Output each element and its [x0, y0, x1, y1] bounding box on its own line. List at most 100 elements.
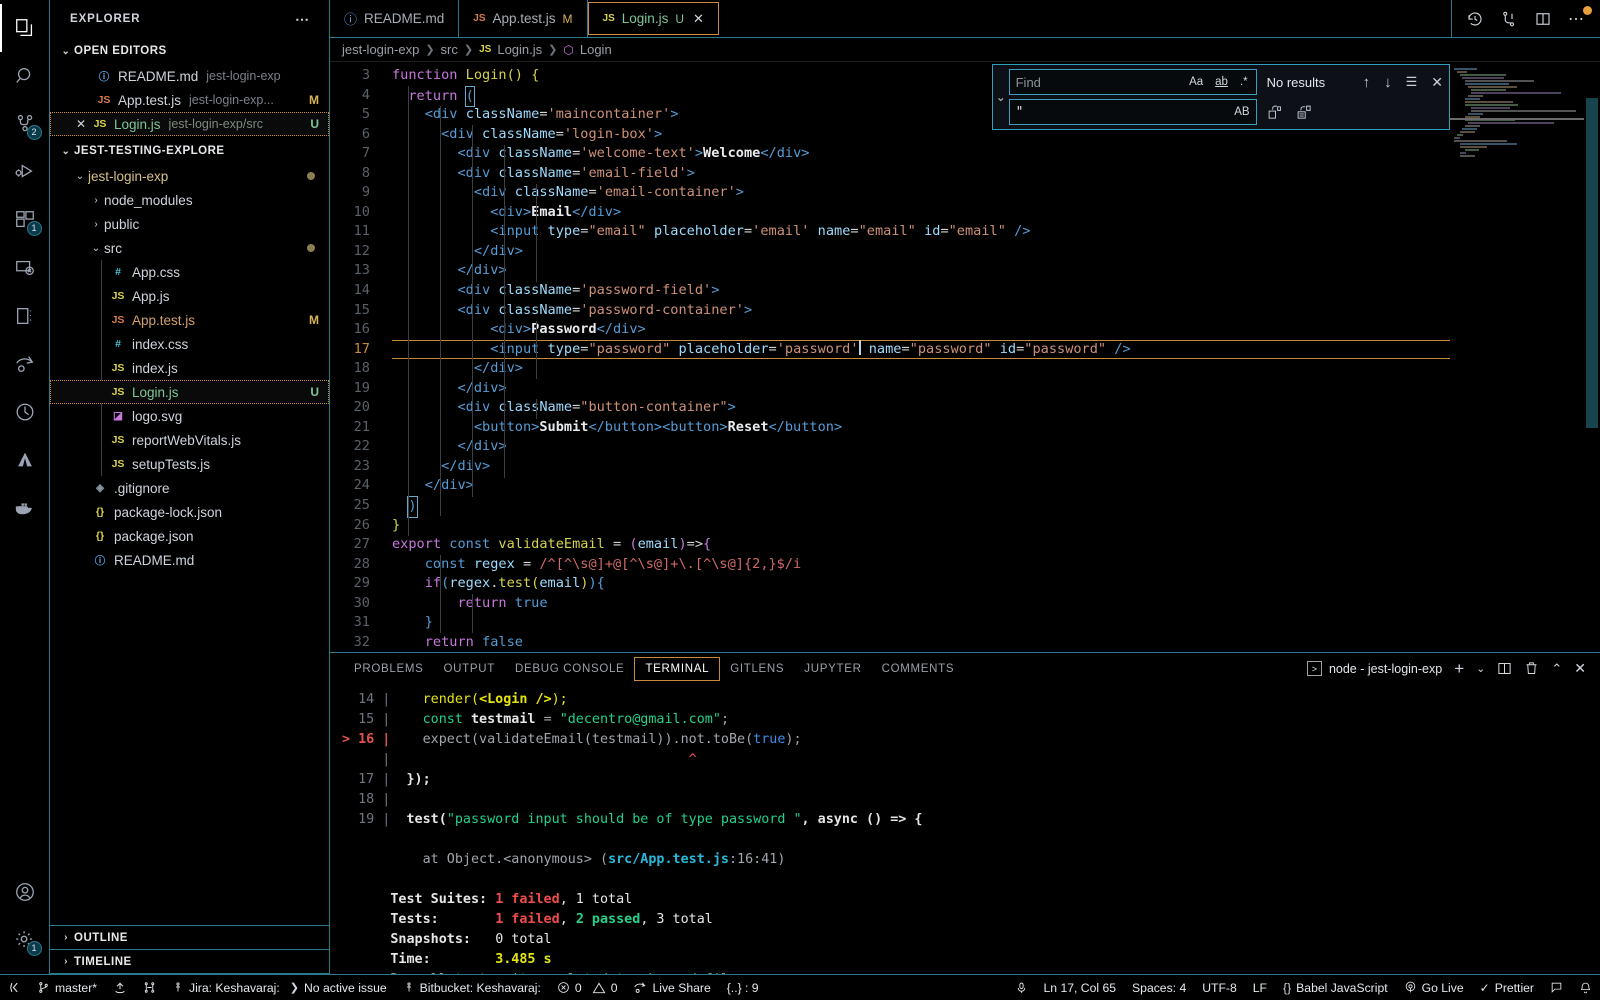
- status-encoding[interactable]: UTF-8: [1194, 975, 1245, 1000]
- tab-login[interactable]: JS Login.js U ✕: [587, 2, 719, 35]
- find-input[interactable]: Find Aa ab .*: [1008, 69, 1257, 95]
- terminal-dropdown-icon[interactable]: ⌄: [1476, 662, 1485, 675]
- scrollbar-thumb[interactable]: [1586, 98, 1598, 428]
- match-whole-word-icon[interactable]: ab: [1213, 75, 1230, 89]
- status-language-mode[interactable]: {} Babel JavaScript: [1275, 975, 1396, 1000]
- tree-folder-root[interactable]: ⌄ jest-login-exp: [50, 164, 329, 188]
- status-live-share[interactable]: Live Share: [625, 975, 718, 1000]
- section-outline-header[interactable]: › OUTLINE: [50, 926, 329, 950]
- section-timeline-header[interactable]: › TIMELINE: [50, 950, 329, 974]
- find-replace-widget[interactable]: ⌄ Find Aa ab .* No results ↑ ↓ ☰ ✕ " AB: [992, 64, 1450, 130]
- tab-output[interactable]: OUTPUT: [434, 658, 505, 680]
- tree-file-app-css[interactable]: # App.css: [50, 260, 329, 284]
- status-no-active-issue[interactable]: ❯ No active issue: [288, 975, 395, 1000]
- tab-problems[interactable]: PROBLEMS: [344, 658, 434, 680]
- status-remote-window[interactable]: [0, 975, 29, 1000]
- toggle-replace-chevron-icon[interactable]: ⌄: [993, 65, 1009, 129]
- activity-item-test-explorer[interactable]: [0, 388, 50, 436]
- status-eol[interactable]: LF: [1245, 975, 1275, 1000]
- tab-comments[interactable]: COMMENTS: [872, 658, 965, 680]
- open-editor-login[interactable]: ✕ JS Login.js jest-login-exp/src U: [50, 112, 329, 136]
- status-branch[interactable]: master*: [29, 975, 105, 1000]
- status-feedback[interactable]: [1542, 975, 1571, 1000]
- tab-terminal[interactable]: TERMINAL: [634, 656, 721, 681]
- status-indentation[interactable]: Spaces: 4: [1124, 975, 1194, 1000]
- code-editor[interactable]: 3 function Login() {4 return (5 <div clas…: [330, 62, 1600, 653]
- activity-item-explorer[interactable]: [0, 4, 50, 52]
- tab-readme[interactable]: ⓘ README.md: [330, 0, 460, 37]
- replace-all-icon[interactable]: [1296, 104, 1313, 121]
- activity-item-remote-explorer[interactable]: [0, 244, 50, 292]
- open-editor-app-test[interactable]: JS App.test.js jest-login-exp... M: [50, 88, 329, 112]
- sidebar-more-actions-icon[interactable]: ⋯: [295, 11, 311, 28]
- tree-folder-node-modules[interactable]: › node_modules: [50, 188, 329, 212]
- breadcrumb-item-project[interactable]: jest-login-exp: [342, 42, 419, 57]
- status-sync[interactable]: [105, 975, 135, 1000]
- activity-item-accounts[interactable]: [0, 868, 50, 916]
- use-regex-icon[interactable]: .*: [1238, 75, 1250, 89]
- status-cursor-position[interactable]: Ln 17, Col 65: [1036, 975, 1125, 1000]
- activity-item-manage[interactable]: 1: [0, 916, 50, 964]
- activity-item-notebook[interactable]: [0, 292, 50, 340]
- status-notifications[interactable]: [1571, 975, 1600, 1000]
- status-prettier[interactable]: ✓ Prettier: [1472, 975, 1542, 1000]
- tree-file-login-js[interactable]: JS Login.js U: [50, 380, 329, 404]
- replace-input[interactable]: " AB: [1008, 99, 1257, 125]
- status-problems[interactable]: 0 0: [549, 975, 626, 1000]
- source-control-graph-icon[interactable]: [1500, 10, 1518, 28]
- close-icon[interactable]: ✕: [72, 117, 90, 131]
- tree-file-readme[interactable]: ⓘ README.md: [50, 548, 329, 572]
- tree-file-package-lock[interactable]: {} package-lock.json: [50, 500, 329, 524]
- terminal-output[interactable]: 14 | render(<Login />); 15 | const testm…: [330, 684, 1600, 993]
- tree-file-logo-svg[interactable]: ◪ logo.svg: [50, 404, 329, 428]
- tree-file-package-json[interactable]: {} package.json: [50, 524, 329, 548]
- editor-vertical-scrollbar[interactable]: [1584, 62, 1600, 652]
- close-icon[interactable]: ✕: [693, 11, 704, 27]
- status-bitbucket[interactable]: Bitbucket: Keshavaraj:: [395, 975, 549, 1000]
- close-find-icon[interactable]: ✕: [1431, 74, 1443, 91]
- breadcrumb-item-symbol[interactable]: Login: [580, 42, 612, 57]
- activity-item-docker[interactable]: [0, 484, 50, 532]
- match-case-icon[interactable]: Aa: [1187, 75, 1205, 89]
- previous-match-icon[interactable]: ↑: [1363, 74, 1371, 91]
- section-workspace-header[interactable]: ⌄ JEST-TESTING-EXPLORE: [50, 138, 329, 164]
- activity-item-source-control[interactable]: 2: [0, 100, 50, 148]
- activity-item-extensions[interactable]: 1: [0, 196, 50, 244]
- tree-folder-src[interactable]: ⌄ src: [50, 236, 329, 260]
- new-terminal-icon[interactable]: +: [1454, 659, 1464, 679]
- status-mic[interactable]: [1007, 975, 1036, 1000]
- breadcrumb-item-file[interactable]: Login.js: [497, 42, 542, 57]
- maximize-panel-icon[interactable]: ⌃: [1551, 661, 1562, 677]
- activity-item-azure[interactable]: [0, 436, 50, 484]
- tree-file-setup-tests[interactable]: JS setupTests.js: [50, 452, 329, 476]
- split-editor-icon[interactable]: [1534, 10, 1552, 28]
- status-go-live[interactable]: Go Live: [1396, 975, 1472, 1000]
- tab-jupyter[interactable]: JUPYTER: [794, 658, 871, 680]
- tab-app-test[interactable]: JS App.test.js M: [459, 0, 588, 37]
- tree-file-app-test-js[interactable]: JS App.test.js M: [50, 308, 329, 332]
- tab-debug-console[interactable]: DEBUG CONSOLE: [505, 658, 634, 680]
- timeline-history-icon[interactable]: [1466, 10, 1484, 28]
- terminal-selector[interactable]: > node - jest-login-exp: [1306, 661, 1442, 677]
- split-terminal-icon[interactable]: [1497, 661, 1512, 676]
- tree-file-gitignore[interactable]: ◈ .gitignore: [50, 476, 329, 500]
- activity-item-live-share[interactable]: [0, 340, 50, 388]
- status-git-graph[interactable]: [135, 975, 164, 1000]
- preserve-case-icon[interactable]: AB: [1234, 106, 1249, 118]
- tree-file-index-js[interactable]: JS index.js: [50, 356, 329, 380]
- kill-terminal-icon[interactable]: [1524, 661, 1539, 676]
- minimap[interactable]: [1450, 62, 1584, 652]
- tree-file-app-js[interactable]: JS App.js: [50, 284, 329, 308]
- close-panel-icon[interactable]: ✕: [1574, 660, 1586, 677]
- replace-icon[interactable]: [1267, 104, 1284, 121]
- breadcrumb-item-folder[interactable]: src: [441, 42, 458, 57]
- tab-gitlens[interactable]: GITLENS: [720, 658, 794, 680]
- next-match-icon[interactable]: ↓: [1384, 74, 1392, 91]
- status-jira[interactable]: Jira: Keshavaraj:: [164, 975, 288, 1000]
- activity-item-search[interactable]: [0, 52, 50, 100]
- find-in-selection-icon[interactable]: ☰: [1406, 74, 1418, 90]
- section-open-editors-header[interactable]: ⌄ OPEN EDITORS: [50, 38, 329, 64]
- tree-file-index-css[interactable]: # index.css: [50, 332, 329, 356]
- open-editor-readme[interactable]: ⓘ README.md jest-login-exp: [50, 64, 329, 88]
- status-braces-count[interactable]: {..} : 9: [719, 975, 767, 1000]
